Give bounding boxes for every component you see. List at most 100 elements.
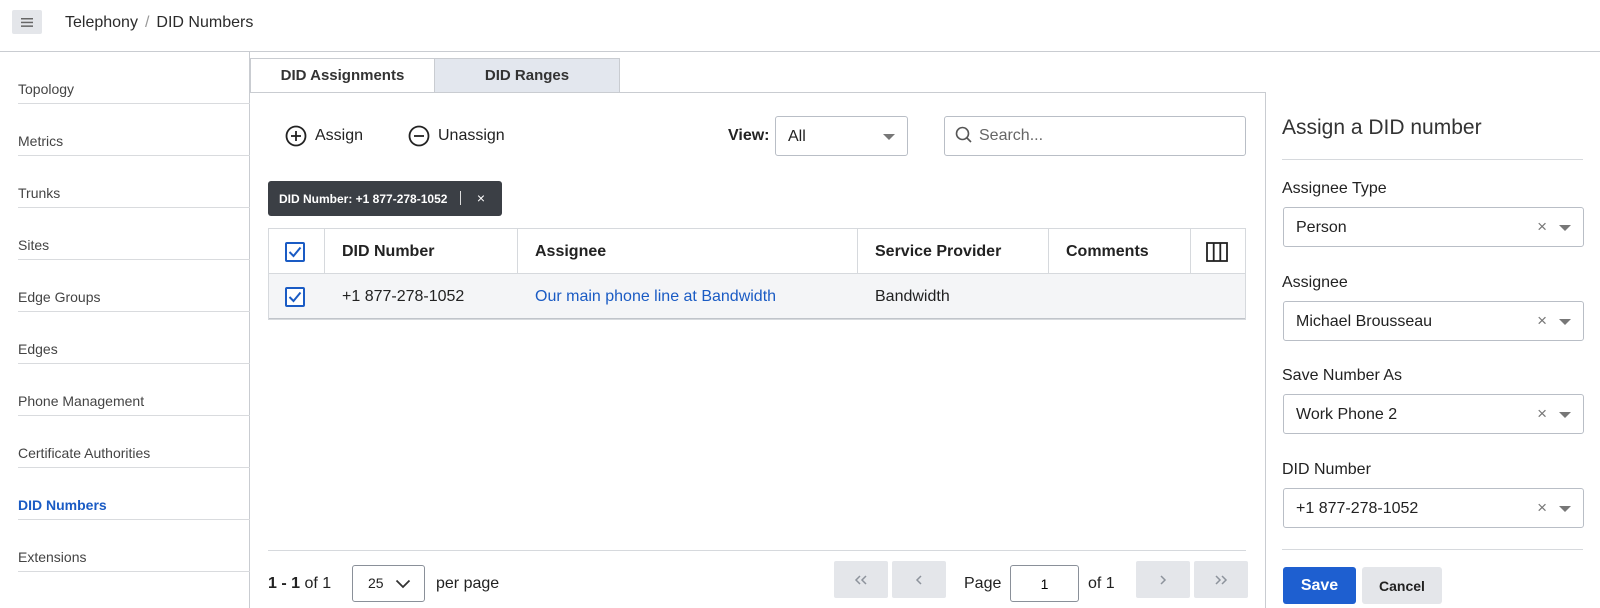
row-checkbox[interactable] — [285, 286, 305, 307]
unassign-button[interactable]: Unassign — [408, 123, 505, 149]
per-page-value: 25 — [368, 575, 384, 591]
assign-panel-title: Assign a DID number — [1282, 116, 1482, 139]
sidebar-item-edge-groups[interactable]: Edge Groups — [18, 260, 250, 312]
double-chevron-right-icon — [1215, 574, 1228, 585]
column-picker-button[interactable] — [1190, 229, 1245, 274]
sidebar-item-did-numbers[interactable]: DID Numbers — [18, 468, 250, 520]
assignee-type-label: Assignee Type — [1282, 180, 1387, 197]
columns-icon — [1206, 241, 1228, 262]
last-page-button[interactable] — [1194, 561, 1248, 598]
chevron-left-icon — [915, 574, 922, 585]
tab-did-assignments[interactable]: DID Assignments — [250, 58, 435, 93]
search-input[interactable] — [979, 125, 1234, 147]
hamburger-menu-icon[interactable] — [12, 10, 42, 34]
sidebar-item-phone-management[interactable]: Phone Management — [18, 364, 250, 416]
clear-icon[interactable]: × — [1537, 217, 1547, 237]
plus-circle-icon — [285, 125, 307, 147]
chevron-down-icon — [883, 134, 895, 140]
pagination-of-total: of 1 — [304, 575, 332, 592]
did-number-select[interactable]: +1 877-278-1052 × — [1283, 488, 1584, 528]
breadcrumb: Telephony / DID Numbers — [65, 14, 253, 32]
assign-label: Assign — [315, 127, 364, 144]
sidebar-item-trunks[interactable]: Trunks — [18, 156, 250, 208]
per-page-label: per page — [436, 575, 500, 592]
page-label: Page — [964, 575, 1002, 592]
clear-icon[interactable]: × — [1537, 404, 1547, 424]
table-header: DID Number Assignee Service Provider Com… — [269, 229, 1245, 274]
filter-chip-divider — [460, 191, 461, 205]
save-number-as-value: Work Phone 2 — [1296, 406, 1398, 423]
close-icon[interactable]: × — [473, 189, 489, 207]
cell-assignee-link[interactable]: Our main phone line at Bandwidth — [517, 274, 857, 319]
did-number-value: +1 877-278-1052 — [1296, 500, 1419, 517]
clear-icon[interactable]: × — [1537, 498, 1547, 518]
did-number-label: DID Number — [1282, 461, 1371, 478]
checkmark-icon — [288, 246, 302, 257]
breadcrumb-telephony[interactable]: Telephony — [65, 14, 138, 31]
cell-comments — [1048, 274, 1190, 319]
view-label: View: — [728, 127, 770, 144]
column-header-comments[interactable]: Comments — [1048, 229, 1190, 274]
first-page-button[interactable] — [834, 561, 888, 598]
view-select-value: All — [788, 128, 806, 145]
main-panel — [250, 92, 1265, 608]
search-icon — [955, 126, 972, 143]
sidebar-item-extensions[interactable]: Extensions — [18, 520, 250, 572]
page-number-input[interactable] — [1010, 565, 1079, 602]
assignee-type-select[interactable]: Person × — [1283, 207, 1584, 247]
column-header-assignee[interactable]: Assignee — [517, 229, 857, 274]
save-button[interactable]: Save — [1283, 567, 1356, 604]
chevron-right-icon — [1160, 574, 1167, 585]
cancel-button[interactable]: Cancel — [1362, 567, 1442, 604]
unassign-label: Unassign — [438, 127, 505, 144]
assign-panel — [1265, 92, 1600, 608]
column-header-did-number[interactable]: DID Number — [324, 229, 517, 274]
save-number-as-label: Save Number As — [1282, 367, 1403, 384]
chevron-down-icon — [1559, 319, 1571, 325]
pagination-summary: 1 - 1 of 1 — [268, 575, 331, 593]
column-header-service-provider[interactable]: Service Provider — [857, 229, 1048, 274]
assign-panel-divider — [1282, 159, 1583, 160]
chevron-down-icon — [395, 579, 411, 589]
header-checkbox-cell — [269, 229, 324, 274]
search-box[interactable] — [944, 116, 1246, 156]
select-all-checkbox[interactable] — [285, 241, 305, 262]
assignee-value: Michael Brousseau — [1296, 313, 1433, 330]
save-number-as-select[interactable]: Work Phone 2 × — [1283, 394, 1584, 434]
minus-circle-icon — [408, 125, 430, 147]
sidebar-item-certificate-authorities[interactable]: Certificate Authorities — [18, 416, 250, 468]
cell-service-provider: Bandwidth — [875, 287, 950, 305]
sidebar-item-sites[interactable]: Sites — [18, 208, 250, 260]
table-row[interactable]: +1 877-278-1052 Our main phone line at B… — [269, 274, 1245, 319]
chevron-down-icon — [1559, 225, 1571, 231]
cell-did-number: +1 877-278-1052 — [342, 287, 465, 305]
view-select[interactable]: All — [775, 116, 908, 156]
breadcrumb-separator: / — [144, 14, 150, 31]
sidebar-item-metrics[interactable]: Metrics — [18, 104, 250, 156]
assignee-select[interactable]: Michael Brousseau × — [1283, 301, 1584, 341]
breadcrumb-did-numbers: DID Numbers — [156, 14, 254, 31]
assignee-label: Assignee — [1282, 274, 1348, 291]
page-of-total: of 1 — [1088, 575, 1115, 592]
assign-panel-footer-divider — [1282, 549, 1583, 550]
chevron-down-icon — [1559, 506, 1571, 512]
tab-did-ranges[interactable]: DID Ranges — [434, 58, 620, 93]
filter-chip: DID Number: +1 877-278-1052 × — [268, 181, 502, 216]
row-checkbox-cell — [269, 274, 324, 319]
sidebar-item-edges[interactable]: Edges — [18, 312, 250, 364]
previous-page-button[interactable] — [892, 561, 946, 598]
next-page-button[interactable] — [1136, 561, 1190, 598]
assignee-type-value: Person — [1296, 219, 1347, 236]
assign-button[interactable]: Assign — [285, 123, 363, 149]
top-bar: Telephony / DID Numbers — [0, 0, 1600, 52]
sidebar: Topology Metrics Trunks Sites Edge Group… — [0, 52, 250, 608]
chevron-down-icon — [1559, 412, 1571, 418]
clear-icon[interactable]: × — [1537, 311, 1547, 331]
double-chevron-left-icon — [854, 574, 867, 585]
pagination-range: 1 - 1 — [268, 575, 301, 592]
per-page-select[interactable]: 25 — [352, 565, 425, 602]
sidebar-item-topology[interactable]: Topology — [18, 52, 250, 104]
pagination-divider — [268, 550, 1246, 551]
checkmark-icon — [288, 291, 302, 302]
did-table: DID Number Assignee Service Provider Com… — [268, 228, 1246, 320]
